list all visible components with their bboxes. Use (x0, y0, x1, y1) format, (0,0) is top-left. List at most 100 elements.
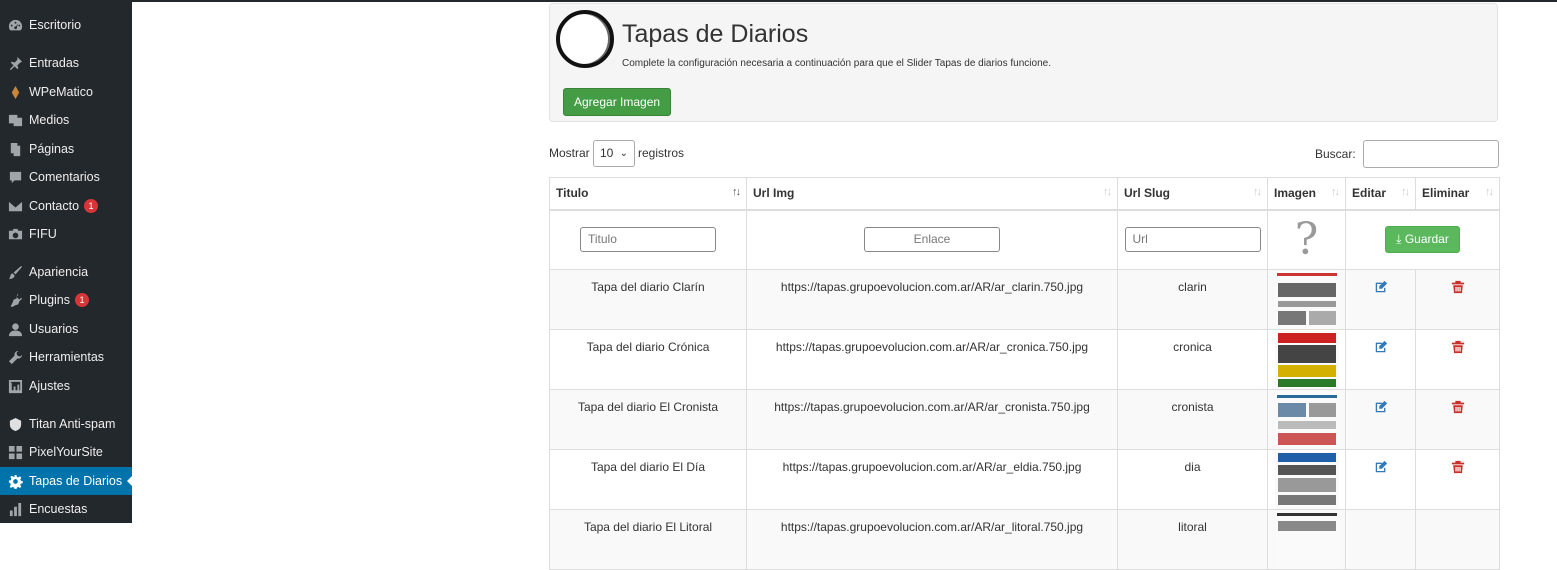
sidebar-item-label: PixelYourSite (29, 445, 103, 459)
column-header-url-slug[interactable]: Url Slug ↑↓ (1117, 177, 1268, 211)
entries-suffix-label: registros (638, 146, 685, 160)
column-header-url-img[interactable]: Url Img ↑↓ (746, 177, 1118, 211)
sidebar-item-label: Entradas (29, 56, 80, 70)
media-icon (7, 112, 23, 128)
sort-icon: ↑↓ (1485, 186, 1494, 198)
entries-per-page-value: 10 (600, 146, 614, 160)
search-label: Buscar: (1315, 147, 1356, 161)
notification-badge: 1 (84, 199, 99, 213)
sidebar-item-label: Herramientas (29, 350, 105, 364)
sidebar-item-label: Encuestas (29, 502, 88, 516)
add-image-button[interactable]: Agregar Imagen (563, 88, 672, 116)
table-row: Tapa del diario El Cronista https://tapa… (549, 388, 1500, 450)
tapas-table: Titulo ↑↓ Url Img ↑↓ Url Slug ↑↓ Imagen ↑↓ E… (549, 177, 1500, 570)
cell-url: https://tapas.grupoevolucion.com.ar/AR/a… (746, 388, 1118, 450)
sidebar-item-label: FIFU (29, 227, 57, 241)
enlace-input[interactable]: Enlace (864, 227, 1000, 252)
edit-icon[interactable] (1374, 460, 1388, 477)
show-entries-label: Mostrar (549, 146, 590, 160)
sidebar-item-herramientas[interactable]: Herramientas (0, 343, 132, 371)
edit-icon[interactable] (1374, 280, 1388, 297)
column-header-imagen[interactable]: Imagen ↑↓ (1267, 177, 1346, 211)
sidebar-item-escritorio[interactable]: Escritorio (0, 11, 132, 39)
sidebar-item-pixelyoursite[interactable]: PixelYourSite (0, 438, 132, 466)
wpematico-icon (7, 84, 23, 100)
chart-icon (7, 501, 23, 517)
column-header-editar[interactable]: Editar ↑↓ (1345, 177, 1416, 211)
newspaper-thumbnail (1274, 270, 1339, 329)
entries-per-page-select[interactable]: 10 ⌄ (593, 140, 635, 167)
cell-slug: clarin (1117, 268, 1268, 330)
sidebar-item-label: Apariencia (29, 265, 89, 279)
edit-icon[interactable] (1374, 340, 1388, 357)
chevron-down-icon: ⌄ (619, 148, 628, 159)
newspaper-thumbnail (1274, 450, 1339, 509)
sidebar-item-label: Usuarios (29, 322, 79, 336)
sidebar-item-fifu[interactable]: FIFU (0, 220, 132, 248)
trash-icon[interactable] (1451, 340, 1465, 357)
plugin-logo (556, 10, 614, 68)
sidebar-item-apariencia[interactable]: Apariencia (0, 258, 132, 286)
pin-icon (7, 55, 23, 71)
sidebar-item-encuestas[interactable]: Encuestas (0, 495, 132, 523)
sidebar-item-usuarios[interactable]: Usuarios (0, 315, 132, 343)
table-row: Tapa del diario El Día https://tapas.gru… (549, 448, 1500, 510)
sidebar-item-label: Ajustes (29, 379, 70, 393)
sidebar-item-medios[interactable]: Medios (0, 106, 132, 134)
sidebar-item-contacto[interactable]: Contacto 1 (0, 192, 132, 220)
trash-icon[interactable] (1451, 400, 1465, 417)
search-input[interactable] (1363, 140, 1499, 168)
plugin-header-panel: Tapas de Diarios Complete la configuraci… (549, 3, 1498, 122)
gear-icon (7, 473, 23, 489)
sidebar-item-label: Titan Anti-spam (29, 417, 116, 431)
sidebar-item-comentarios[interactable]: Comentarios (0, 163, 132, 191)
sort-icon: ↑↓ (1331, 186, 1340, 198)
new-entry-row: Titulo Enlace Url ? ⤓ Guardar (549, 209, 1500, 270)
shield-icon (7, 416, 23, 432)
cell-url: https://tapas.grupoevolucion.com.ar/AR/a… (746, 508, 1118, 570)
sort-icon: ↑↓ (1401, 186, 1410, 198)
trash-icon[interactable] (1451, 280, 1465, 297)
sidebar-item-paginas[interactable]: Páginas (0, 135, 132, 163)
admin-sidebar: Escritorio Entradas WPeMatico Medios Pág… (0, 0, 133, 523)
save-button[interactable]: ⤓ Guardar (1385, 226, 1460, 253)
sidebar-item-label: Contacto (29, 199, 80, 213)
cell-titulo: Tapa del diario Crónica (549, 328, 747, 390)
trash-icon[interactable] (1451, 460, 1465, 477)
cell-titulo: Tapa del diario Clarín (549, 268, 747, 330)
sidebar-item-entradas[interactable]: Entradas (0, 49, 132, 77)
sidebar-item-label: Plugins (29, 293, 70, 307)
cell-slug: dia (1117, 448, 1268, 510)
sidebar-item-ajustes[interactable]: Ajustes (0, 372, 132, 400)
cell-url: https://tapas.grupoevolucion.com.ar/AR/a… (746, 328, 1118, 390)
sidebar-item-label: Comentarios (29, 170, 100, 184)
sidebar-item-wpematico[interactable]: WPeMatico (0, 78, 132, 106)
cell-titulo: Tapa del diario El Litoral (549, 508, 747, 570)
question-mark-image[interactable]: ? (1295, 214, 1319, 265)
newspaper-thumbnail (1274, 510, 1339, 569)
sort-icon: ↑↓ (1253, 186, 1262, 198)
cell-slug: cronista (1117, 388, 1268, 450)
table-row: Tapa del diario Clarín https://tapas.gru… (549, 268, 1500, 330)
settings-icon (7, 378, 23, 394)
sidebar-item-tapas-de-diarios[interactable]: Tapas de Diarios (0, 467, 133, 495)
cell-url: https://tapas.grupoevolucion.com.ar/AR/a… (746, 448, 1118, 510)
cell-url: https://tapas.grupoevolucion.com.ar/AR/a… (746, 268, 1118, 330)
cell-titulo: Tapa del diario El Día (549, 448, 747, 510)
download-icon: ⤓ (1396, 232, 1402, 246)
sidebar-item-plugins[interactable]: Plugins 1 (0, 286, 132, 314)
sort-icon: ↑↓ (1103, 186, 1112, 198)
url-input[interactable]: Url (1124, 227, 1261, 252)
notification-badge: 1 (75, 293, 89, 307)
edit-icon[interactable] (1374, 400, 1388, 417)
sidebar-item-label: WPeMatico (29, 85, 93, 99)
cell-slug: cronica (1117, 328, 1268, 390)
column-header-eliminar[interactable]: Eliminar ↑↓ (1415, 177, 1500, 211)
brush-icon (7, 264, 23, 280)
column-header-titulo[interactable]: Titulo ↑↓ (549, 177, 747, 211)
camera-icon (7, 226, 23, 242)
sidebar-item-titan-anti-spam[interactable]: Titan Anti-spam (0, 410, 132, 438)
top-border (0, 0, 1557, 2)
table-row: Tapa del diario Crónica https://tapas.gr… (549, 328, 1500, 390)
titulo-input[interactable]: Titulo (580, 227, 716, 252)
